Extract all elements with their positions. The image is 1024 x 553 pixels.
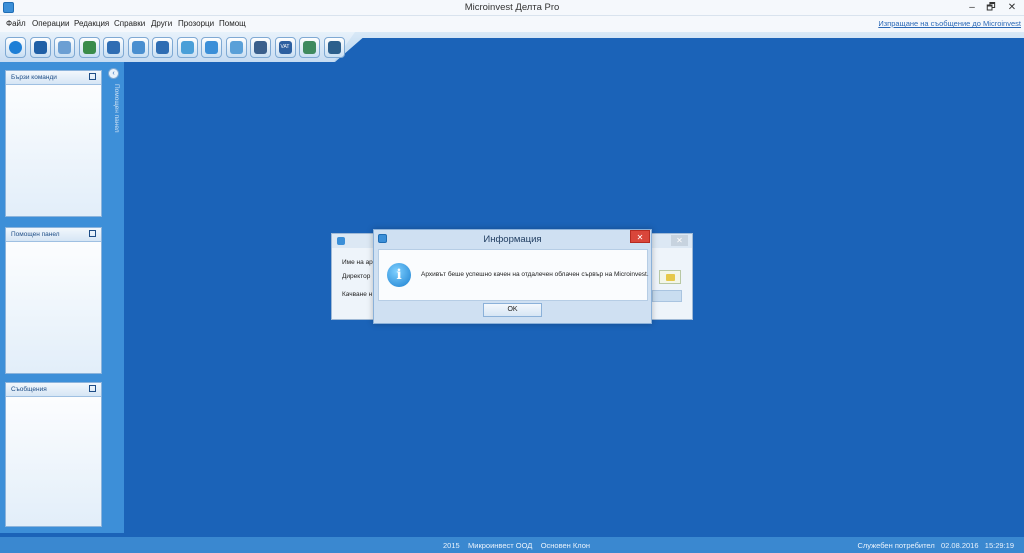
menu-file[interactable]: Файл xyxy=(6,19,26,28)
globe-icon xyxy=(9,41,22,54)
restore-icon[interactable] xyxy=(89,73,96,80)
documents-button[interactable] xyxy=(54,37,75,58)
items-icon xyxy=(156,41,169,54)
partners-icon xyxy=(131,41,145,54)
timer-icon xyxy=(229,41,243,54)
information-dialog: Информация ✕ i Архивът беше успешно каче… xyxy=(373,229,652,324)
items-button[interactable] xyxy=(152,37,173,58)
menu-help[interactable]: Помощ xyxy=(219,19,246,28)
menu-windows[interactable]: Прозорци xyxy=(178,19,214,28)
minimize-button[interactable]: ‒ xyxy=(964,1,980,14)
messages-panel: Съобщения xyxy=(5,382,102,527)
status-bar: 2015 Микроинвест ООД Основен Клон Служеб… xyxy=(0,537,1024,553)
partners-button[interactable] xyxy=(127,37,149,58)
dialog-title: Информация xyxy=(483,234,542,245)
collapse-sidebar-button[interactable]: ‹ xyxy=(108,68,119,79)
menu-bar: Файл Операции Редакция Справки Други Про… xyxy=(0,16,1024,32)
timer-button[interactable] xyxy=(225,37,247,58)
status-branch: Основен Клон xyxy=(540,541,591,550)
feedback-link[interactable]: Изпращане на съобщение до Microinvest xyxy=(878,19,1021,28)
lock-button[interactable] xyxy=(250,37,271,58)
maximize-button[interactable]: 🗗 xyxy=(983,1,999,14)
dialog-message: Архивът беше успешно качен на отдалечен … xyxy=(421,271,649,278)
objects-button[interactable] xyxy=(201,37,222,58)
settings-button[interactable] xyxy=(323,37,345,58)
vat-icon: VAT xyxy=(278,41,292,54)
status-user: Служебен потребител xyxy=(857,541,935,550)
folder-icon xyxy=(666,274,675,281)
vat-button[interactable]: VAT xyxy=(274,37,296,58)
browse-folder-button[interactable] xyxy=(659,270,681,284)
sidebar: ‹ Помощен панел Бързи команди Помощен па… xyxy=(0,62,124,533)
panel-title: Съобщения xyxy=(11,386,47,393)
payments-icon xyxy=(82,41,96,54)
menu-other[interactable]: Други xyxy=(151,19,172,28)
toolbar: VAT xyxy=(0,32,1024,62)
app-icon xyxy=(337,237,345,245)
directory-label: Директор xyxy=(342,273,371,280)
export-icon xyxy=(303,41,316,54)
lock-icon xyxy=(254,41,267,54)
window-title: Microinvest Делта Pro xyxy=(464,2,560,13)
status-time: 15:29:19 xyxy=(984,541,1014,550)
ok-button[interactable]: OK xyxy=(483,303,542,317)
cash-icon xyxy=(107,41,120,54)
settings-icon xyxy=(327,41,341,54)
users-icon xyxy=(180,41,194,54)
cash-button[interactable] xyxy=(103,37,124,58)
documents-icon xyxy=(58,41,71,54)
helper-panel: Помощен панел xyxy=(5,227,102,374)
upload-label: Качване н xyxy=(342,291,373,298)
title-bar: Microinvest Делта Pro ‒ 🗗 ✕ xyxy=(0,0,1024,16)
panel-title: Помощен панел xyxy=(11,231,60,238)
archive-name-label: Име на ар xyxy=(342,259,373,266)
status-company: Микроинвест ООД xyxy=(468,541,533,550)
restore-icon[interactable] xyxy=(89,385,96,392)
helper-panel-tab[interactable]: Помощен панел xyxy=(106,84,120,152)
menu-reports[interactable]: Справки xyxy=(114,19,145,28)
status-year: 2015 xyxy=(443,541,460,550)
info-icon: i xyxy=(387,263,411,287)
globe-button[interactable] xyxy=(5,37,26,58)
panel-title: Бързи команди xyxy=(11,74,57,81)
quick-commands-panel: Бързи команди xyxy=(5,70,102,217)
payments-button[interactable] xyxy=(78,37,100,58)
objects-icon xyxy=(205,41,218,54)
close-button[interactable]: ✕ xyxy=(630,230,650,243)
status-date: 02.08.2016 xyxy=(940,541,979,550)
menu-edit[interactable]: Редакция xyxy=(74,19,109,28)
dialog-button[interactable] xyxy=(652,290,682,302)
users-button[interactable] xyxy=(176,37,198,58)
export-button[interactable] xyxy=(299,37,320,58)
menu-operations[interactable]: Операции xyxy=(32,19,69,28)
restore-icon[interactable] xyxy=(89,230,96,237)
operations-icon xyxy=(33,41,47,54)
operations-button[interactable] xyxy=(29,37,51,58)
close-button[interactable]: ✕ xyxy=(1004,1,1020,14)
close-button[interactable]: ✕ xyxy=(671,235,688,246)
